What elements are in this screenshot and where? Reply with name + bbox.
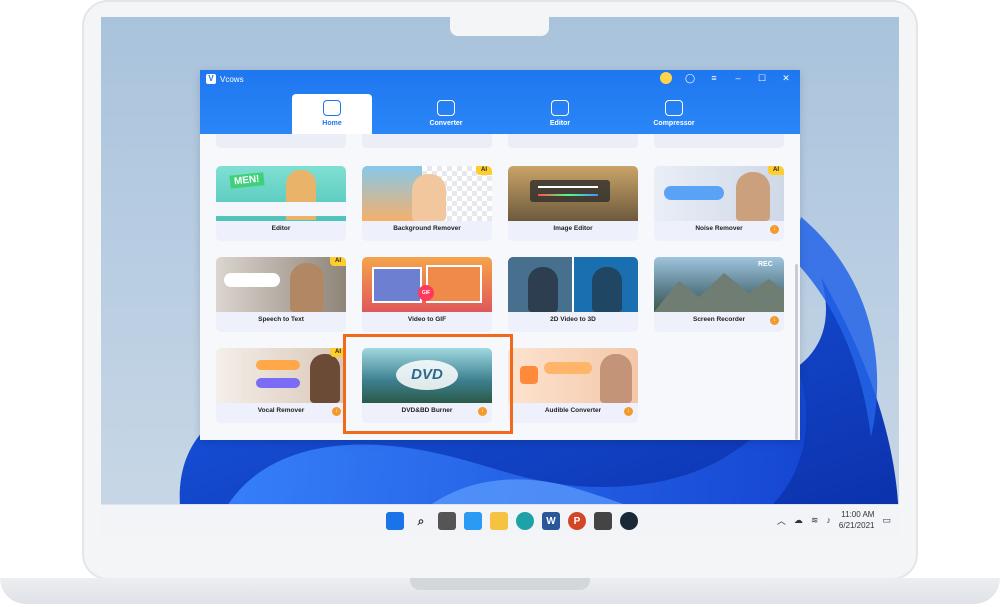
gift-icon[interactable]: [660, 72, 672, 84]
taskbar: ⌕ W P ︿ ☁ ≋ ♪ 11:00 AM 6/21/2021 ▭: [101, 504, 899, 537]
card-background-remover[interactable]: AI Background Remover: [362, 166, 492, 241]
2d-to-3d-thumbnail: [508, 257, 638, 312]
widgets-icon[interactable]: [464, 512, 482, 530]
account-icon[interactable]: ◯: [684, 73, 696, 84]
search-icon[interactable]: ⌕: [412, 512, 430, 530]
laptop-base-notch: [410, 578, 590, 590]
noise-remover-thumbnail: [654, 166, 784, 221]
card-label: Noise Remover: [695, 225, 743, 232]
word-icon[interactable]: W: [542, 512, 560, 530]
card-audible-converter[interactable]: Audible Converter ↓: [508, 348, 638, 423]
card-label: Background Remover: [393, 225, 461, 232]
main-tabs: Home Converter Editor Compressor: [292, 94, 714, 134]
card-partial: [654, 134, 784, 148]
notification-icon[interactable]: ▭: [882, 515, 891, 526]
card-label: Vocal Remover: [257, 407, 305, 414]
minimize-button[interactable]: –: [732, 73, 744, 83]
card-partial: [508, 134, 638, 148]
card-screen-recorder[interactable]: REC Screen Recorder ↓: [654, 257, 784, 332]
card-noise-remover[interactable]: AI Noise Remover ↓: [654, 166, 784, 241]
powerpoint-icon[interactable]: P: [568, 512, 586, 530]
app-name: Vcows: [220, 74, 244, 84]
gif-badge: GIF: [418, 285, 434, 301]
card-label: Speech to Text: [258, 316, 304, 323]
converter-icon: [437, 100, 455, 116]
app-logo: V Vcows: [206, 74, 244, 84]
background-remover-thumbnail: [362, 166, 492, 221]
ai-badge: AI: [476, 166, 492, 175]
camera-notch: [450, 17, 549, 36]
menu-icon[interactable]: ≡: [708, 73, 720, 83]
download-icon[interactable]: ↓: [332, 407, 341, 416]
title-bar: V Vcows ◯ ≡ – ☐ ✕ Home Converter Editor: [200, 70, 800, 134]
tab-compressor[interactable]: Compressor: [634, 94, 714, 134]
system-tray: ︿ ☁ ≋ ♪ 11:00 AM 6/21/2021 ▭: [777, 509, 891, 531]
card-partial: [216, 134, 346, 148]
card-image-editor[interactable]: Image Editor: [508, 166, 638, 241]
window-controls: ◯ ≡ – ☐ ✕: [660, 72, 792, 84]
rec-label: REC: [758, 261, 773, 268]
card-2d-video-to-3d[interactable]: 2D Video to 3D: [508, 257, 638, 332]
maximize-button[interactable]: ☐: [756, 73, 768, 84]
card-speech-to-text[interactable]: AI Speech to Text: [216, 257, 346, 332]
card-video-to-gif[interactable]: GIF Video to GIF: [362, 257, 492, 332]
clock[interactable]: 11:00 AM 6/21/2021: [839, 509, 875, 531]
image-editor-thumbnail: [508, 166, 638, 221]
file-explorer-icon[interactable]: [490, 512, 508, 530]
close-button[interactable]: ✕: [780, 73, 792, 84]
card-partial: [362, 134, 492, 148]
home-icon: [323, 100, 341, 116]
ai-badge: AI: [330, 257, 346, 266]
tab-converter-label: Converter: [429, 120, 463, 127]
card-label: Screen Recorder: [692, 316, 746, 323]
vocal-remover-thumbnail: [216, 348, 346, 403]
cloud-icon[interactable]: ☁: [794, 515, 803, 526]
card-label: Video to GIF: [407, 316, 447, 323]
tab-home-label: Home: [322, 120, 342, 127]
scrollbar[interactable]: [795, 264, 798, 440]
men-sticker: MEN!: [229, 172, 265, 189]
windows-start-icon[interactable]: [386, 512, 404, 530]
card-label: Image Editor: [553, 225, 593, 232]
download-icon[interactable]: ↓: [624, 407, 633, 416]
vcows-logo-icon: V: [206, 74, 216, 84]
clock-date: 6/21/2021: [838, 521, 875, 530]
ai-badge: AI: [768, 166, 784, 175]
store-icon[interactable]: [594, 512, 612, 530]
download-icon[interactable]: ↓: [770, 225, 779, 234]
clock-time: 11:00 AM: [841, 510, 875, 519]
editor-thumbnail: MEN!: [216, 166, 346, 221]
tab-home[interactable]: Home: [292, 94, 372, 134]
volume-icon[interactable]: ♪: [826, 515, 831, 525]
download-icon[interactable]: ↓: [770, 316, 779, 325]
steam-icon[interactable]: [620, 512, 638, 530]
tab-editor[interactable]: Editor: [520, 94, 600, 134]
video-to-gif-thumbnail: GIF: [362, 257, 492, 312]
edge-icon[interactable]: [516, 512, 534, 530]
task-view-icon[interactable]: [438, 512, 456, 530]
tab-compressor-label: Compressor: [653, 120, 695, 127]
chevron-up-icon[interactable]: ︿: [777, 514, 786, 527]
audible-converter-thumbnail: [508, 348, 638, 403]
card-label: 2D Video to 3D: [550, 316, 596, 323]
screen-recorder-thumbnail: REC: [654, 257, 784, 312]
editor-icon: [551, 100, 569, 116]
tab-editor-label: Editor: [549, 120, 571, 127]
card-label: Audible Converter: [544, 407, 602, 414]
speech-to-text-thumbnail: [216, 257, 346, 312]
wifi-icon[interactable]: ≋: [811, 515, 819, 526]
highlight-box: [343, 334, 513, 434]
tab-converter[interactable]: Converter: [406, 94, 486, 134]
card-vocal-remover[interactable]: AI Vocal Remover ↓: [216, 348, 346, 423]
card-editor[interactable]: MEN! Editor: [216, 166, 346, 241]
compressor-icon: [665, 100, 683, 116]
card-label: Editor: [271, 225, 291, 232]
